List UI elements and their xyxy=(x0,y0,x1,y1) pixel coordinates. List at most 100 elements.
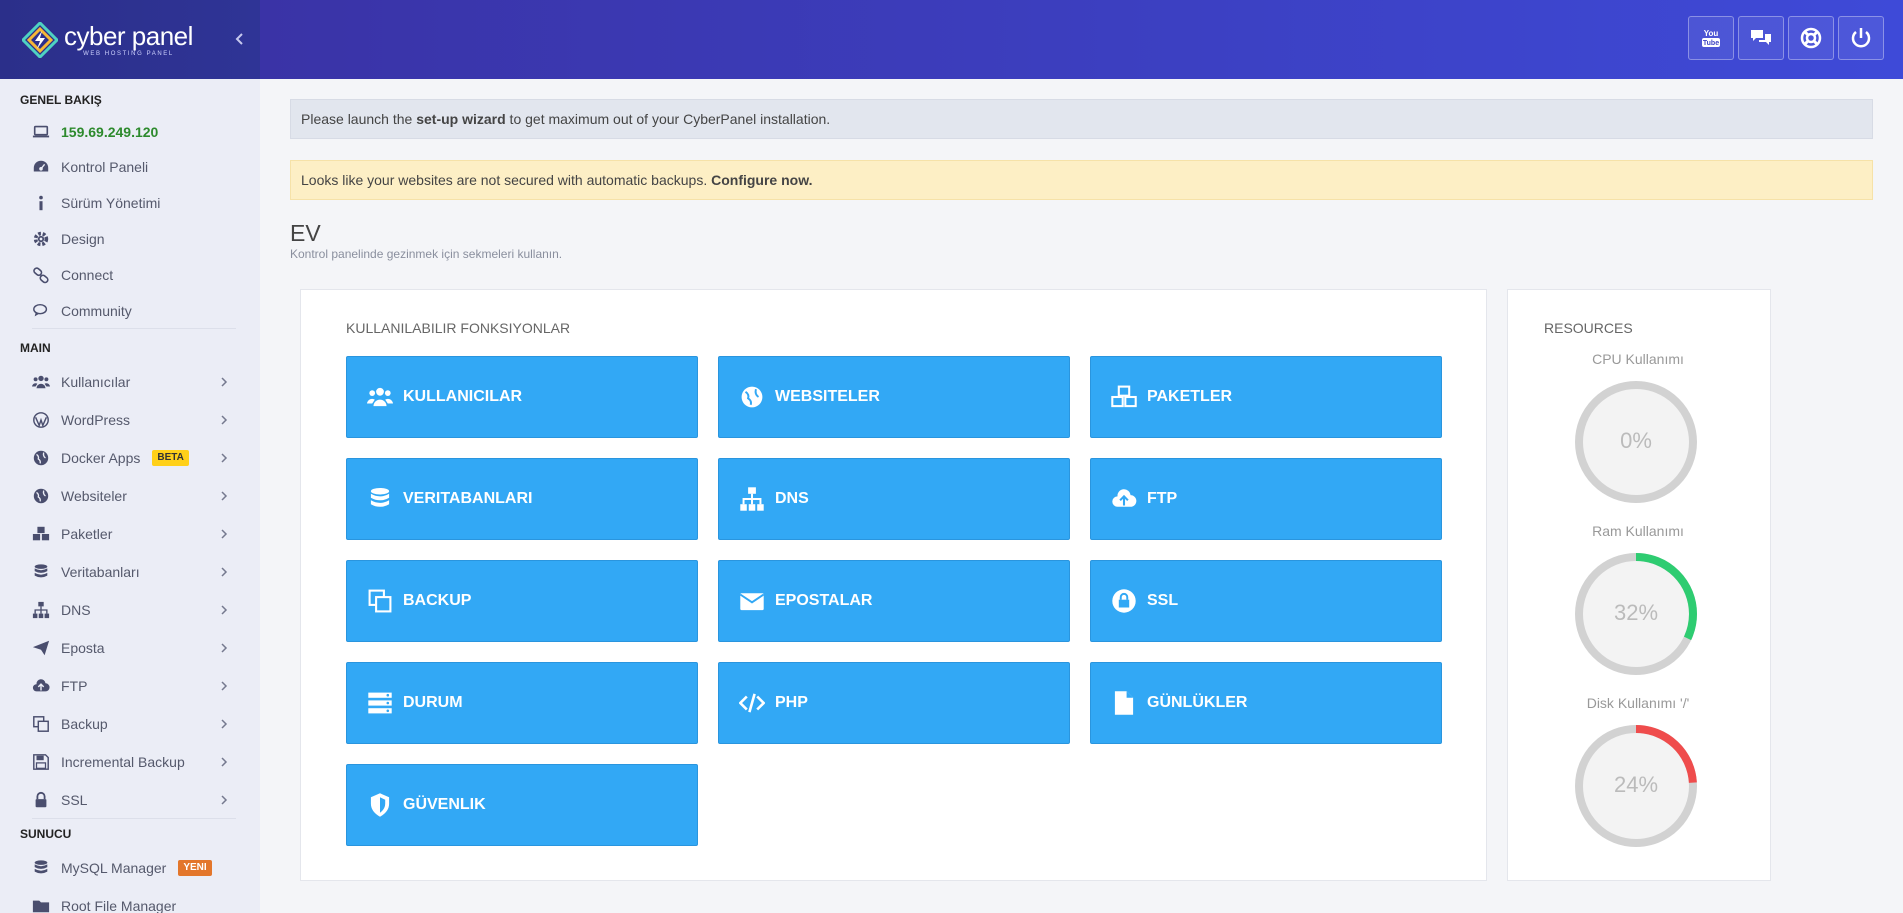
sidebar-item-websites[interactable]: Websiteler xyxy=(0,477,260,515)
tile-ssl[interactable]: SSL xyxy=(1090,560,1442,642)
tile-status[interactable]: DURUM xyxy=(346,662,698,744)
ram-usage-label: Ram Kullanımı xyxy=(1592,523,1684,539)
chat-icon xyxy=(33,303,48,317)
tile-packages[interactable]: PAKETLER xyxy=(1090,356,1442,438)
tile-label: DURUM xyxy=(403,694,463,711)
sidebar-item-label: DNS xyxy=(61,602,91,618)
copy-icon xyxy=(368,589,392,613)
tile-websites[interactable]: WEBSITELER xyxy=(718,356,1070,438)
database-icon xyxy=(34,564,48,578)
cpu-usage-value: 0% xyxy=(1620,428,1652,453)
sidebar-item-ftp[interactable]: FTP xyxy=(0,667,260,705)
sidebar-item-control-panel[interactable]: Kontrol Paneli xyxy=(0,149,260,185)
divider xyxy=(32,328,236,329)
sidebar-item-version[interactable]: Sürüm Yönetimi xyxy=(0,185,260,221)
tile-emails[interactable]: EPOSTALAR xyxy=(718,560,1070,642)
tile-backup[interactable]: BACKUP xyxy=(346,560,698,642)
configure-now-link[interactable]: Configure now. xyxy=(711,172,812,188)
users-icon xyxy=(32,375,50,389)
cloud-upload-icon xyxy=(32,679,50,692)
sidebar-item-label: MySQL Manager xyxy=(61,860,167,876)
sidebar-item-connect[interactable]: Connect xyxy=(0,257,260,293)
chevron-right-icon xyxy=(221,529,228,539)
globe-icon xyxy=(33,488,49,504)
beta-badge: BETA xyxy=(152,450,189,466)
sidebar-item-docker-apps[interactable]: Docker Apps BETA xyxy=(0,439,260,477)
brand[interactable]: cyber panel WEB HOSTING PANEL xyxy=(64,23,193,57)
divider xyxy=(32,818,236,819)
globe-icon xyxy=(741,386,763,408)
setup-wizard-link[interactable]: set-up wizard xyxy=(416,111,505,127)
sidebar-item-ip[interactable]: 159.69.249.120 xyxy=(0,115,260,149)
sidebar-item-databases[interactable]: Veritabanları xyxy=(0,553,260,591)
tile-label: GÜVENLIK xyxy=(403,796,486,813)
functions-card: KULLANILABILIR FONKSIYONLAR KULLANICILAR… xyxy=(300,289,1487,881)
chat-icon xyxy=(1751,30,1771,45)
chat-button[interactable] xyxy=(1738,16,1784,60)
chevron-right-icon xyxy=(221,643,228,653)
sidebar-item-incremental-backup[interactable]: Incremental Backup xyxy=(0,743,260,781)
tile-dns[interactable]: DNS xyxy=(718,458,1070,540)
tile-label: DNS xyxy=(775,490,809,507)
sidebar-item-wordpress[interactable]: WordPress xyxy=(0,401,260,439)
cloud-upload-icon xyxy=(1112,489,1137,507)
database-icon xyxy=(370,487,390,507)
tile-ftp[interactable]: FTP xyxy=(1090,458,1442,540)
sidebar-collapse-icon[interactable] xyxy=(234,32,244,46)
brand-tagline: WEB HOSTING PANEL xyxy=(83,50,174,57)
tile-label: BACKUP xyxy=(403,592,472,609)
sidebar-item-label: Kullanıcılar xyxy=(61,374,131,390)
gear-icon xyxy=(33,231,49,247)
youtube-button[interactable]: You Tube xyxy=(1688,16,1734,60)
lock-icon xyxy=(1112,589,1136,613)
top-header: You Tube xyxy=(260,0,1903,79)
tile-php[interactable]: PHP xyxy=(718,662,1070,744)
sidebar-item-community[interactable]: Community xyxy=(0,293,260,329)
new-badge: YENI xyxy=(178,860,212,876)
chevron-right-icon xyxy=(221,567,228,577)
ram-usage-value: 32% xyxy=(1613,600,1659,625)
sidebar-item-backup[interactable]: Backup xyxy=(0,705,260,743)
cyberpanel-logo-icon xyxy=(22,21,58,58)
sidebar-item-mysql-manager[interactable]: MySQL Manager YENI xyxy=(0,849,260,887)
section-main: MAIN xyxy=(20,341,51,355)
tile-label: KULLANICILAR xyxy=(403,388,523,405)
section-overview: GENEL BAKIŞ xyxy=(20,93,102,107)
tile-databases[interactable]: VERITABANLARI xyxy=(346,458,698,540)
svg-text:You: You xyxy=(1704,29,1719,38)
tile-users[interactable]: KULLANICILAR xyxy=(346,356,698,438)
support-button[interactable] xyxy=(1788,16,1834,60)
sidebar-item-users[interactable]: Kullanıcılar xyxy=(0,363,260,401)
sidebar-item-label: Backup xyxy=(61,716,108,732)
paper-plane-icon xyxy=(32,640,50,656)
svg-text:Tube: Tube xyxy=(1703,40,1719,47)
sidebar-item-label: 159.69.249.120 xyxy=(61,124,159,140)
sidebar-item-ssl[interactable]: SSL xyxy=(0,781,260,819)
chevron-right-icon xyxy=(221,453,228,463)
alert-text: Looks like your websites are not secured… xyxy=(301,172,712,188)
tile-label: FTP xyxy=(1147,490,1178,507)
code-icon xyxy=(739,693,765,713)
sidebar-item-label: WordPress xyxy=(61,412,130,428)
sidebar-item-label: Design xyxy=(61,231,105,247)
section-server: SUNUCU xyxy=(20,827,72,841)
sidebar-item-packages[interactable]: Paketler xyxy=(0,515,260,553)
tile-logs[interactable]: GÜNLÜKLER xyxy=(1090,662,1442,744)
tile-security[interactable]: GÜVENLIK xyxy=(346,764,698,846)
sidebar-item-label: SSL xyxy=(61,792,88,808)
sidebar-item-design[interactable]: Design xyxy=(0,221,260,257)
chevron-right-icon xyxy=(221,415,228,425)
sidebar-item-root-file-manager[interactable]: Root File Manager xyxy=(0,887,260,913)
sidebar-item-label: Connect xyxy=(61,267,114,283)
info-icon xyxy=(39,195,43,211)
wordpress-icon xyxy=(33,412,49,428)
sitemap-icon xyxy=(32,601,50,619)
sidebar-item-dns[interactable]: DNS xyxy=(0,591,260,629)
logout-button[interactable] xyxy=(1838,16,1884,60)
sidebar-item-email[interactable]: Eposta xyxy=(0,629,260,667)
sidebar-item-label: Root File Manager xyxy=(61,898,177,913)
sidebar-item-label: Kontrol Paneli xyxy=(61,159,149,175)
tile-label: PAKETLER xyxy=(1147,388,1233,405)
page-subtitle: Kontrol panelinde gezinmek için sekmeler… xyxy=(290,247,563,261)
link-icon xyxy=(33,267,49,284)
